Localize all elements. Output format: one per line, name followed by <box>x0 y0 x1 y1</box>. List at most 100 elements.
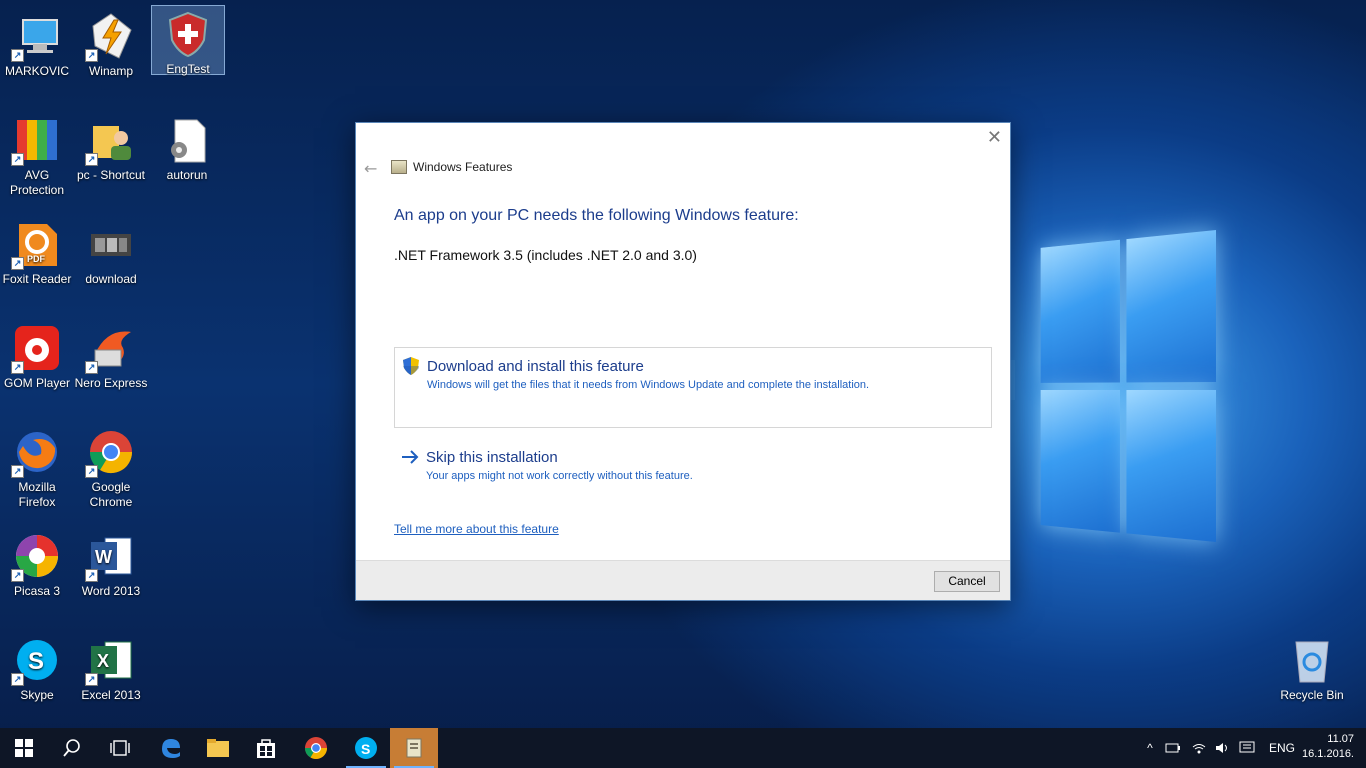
chrome-icon <box>305 737 327 759</box>
settings-file-icon <box>163 116 211 164</box>
desktop-icon-picasa[interactable]: ↗ Picasa 3 <box>0 524 74 612</box>
feature-name: .NET Framework 3.5 (includes .NET 2.0 an… <box>394 247 697 263</box>
desktop-icon-chrome[interactable]: ↗ Google Chrome <box>74 420 148 509</box>
desktop-icon-label: Google Chrome <box>89 480 133 509</box>
folder-user-icon: ↗ <box>85 116 135 166</box>
desktop-icon-engtest[interactable]: EngTest <box>151 5 225 76</box>
back-arrow-icon[interactable]: ← <box>364 159 377 178</box>
option-description: Windows will get the files that it needs… <box>427 379 870 391</box>
download-install-option[interactable]: Download and install this feature Window… <box>394 347 992 428</box>
action-center-icon <box>1239 741 1255 753</box>
start-button[interactable] <box>0 728 48 768</box>
option-title: Download and install this feature <box>427 358 644 375</box>
arrow-right-icon <box>400 447 420 467</box>
edge-icon <box>162 739 180 758</box>
desktop-icon-autorun[interactable]: autorun <box>150 108 224 196</box>
avg-icon: ↗ <box>11 116 61 166</box>
skype-icon: S ↗ <box>11 636 61 686</box>
recycle-bin-icon <box>1288 636 1336 684</box>
desktop-icon-markovic[interactable]: ↗ MARKOVIC <box>0 4 74 92</box>
system-tray: ^ ENG <box>1141 728 1295 768</box>
desktop-icon-label: Winamp <box>88 64 133 78</box>
search-icon <box>63 739 80 757</box>
svg-text:S: S <box>28 648 44 675</box>
chevron-up-icon[interactable]: ^ <box>1141 741 1159 755</box>
windows-logo-wallpaper <box>1040 230 1216 550</box>
shield-icon <box>164 10 212 58</box>
desktop-icon-winamp[interactable]: ↗ Winamp <box>74 4 148 92</box>
svg-text:X: X <box>97 651 109 671</box>
clock-time: 11.07 <box>1327 733 1354 745</box>
desktop-icon-nero[interactable]: ↗ Nero Express <box>74 316 148 404</box>
desktop-icon-label: MARKOVIC <box>4 64 69 78</box>
taskbar-skype[interactable]: S <box>342 728 390 768</box>
desktop-icon-word[interactable]: W ↗ Word 2013 <box>74 524 148 612</box>
video-file-icon <box>87 220 135 268</box>
desktop-icon-label: autorun <box>166 168 208 182</box>
task-view-icon <box>110 740 130 756</box>
desktop-icon-label: pc - Shortcut <box>76 168 146 182</box>
desktop-icon-firefox[interactable]: ↗ Mozilla Firefox <box>0 420 74 509</box>
close-icon[interactable]: ✕ <box>987 127 1002 148</box>
search-button[interactable] <box>48 728 96 768</box>
skype-icon: S <box>355 737 377 759</box>
windows-features-icon <box>406 738 422 758</box>
desktop-icon-label: Excel 2013 <box>81 688 141 702</box>
wifi-icon <box>1192 744 1206 754</box>
excel-icon: X ↗ <box>85 636 135 686</box>
taskbar-file-explorer[interactable] <box>194 728 242 768</box>
winamp-icon: ↗ <box>85 12 135 62</box>
gom-icon: ↗ <box>11 324 61 374</box>
desktop-icon-label: Recycle Bin <box>1280 688 1344 702</box>
uac-shield-icon <box>401 356 421 376</box>
desktop-icon-avg[interactable]: ↗ AVG Protection <box>0 108 74 197</box>
input-language[interactable]: ENG <box>1269 741 1295 755</box>
dialog-footer: Cancel <box>356 560 1010 600</box>
windows-features-icon <box>391 160 407 174</box>
desktop-icon-excel[interactable]: X ↗ Excel 2013 <box>74 628 148 716</box>
desktop-icon-gom[interactable]: ↗ GOM Player <box>0 316 74 404</box>
nero-icon: ↗ <box>85 324 135 374</box>
desktop-icon-skype[interactable]: S ↗ Skype <box>0 628 74 716</box>
dialog-title: Windows Features <box>413 160 513 174</box>
store-icon <box>257 739 275 758</box>
desktop-icon-label: AVG Protection <box>9 168 65 197</box>
taskbar-chrome[interactable] <box>292 728 340 768</box>
desktop-icon-label: Nero Express <box>74 376 148 390</box>
picasa-icon: ↗ <box>11 532 61 582</box>
desktop-icon-label: Skype <box>20 688 54 702</box>
desktop-icon-label: Picasa 3 <box>13 584 61 598</box>
option-title: Skip this installation <box>426 449 558 466</box>
firefox-icon: ↗ <box>11 428 61 478</box>
desktop-icon-label: download <box>85 272 137 286</box>
foxit-icon: PDF ↗ <box>11 220 61 270</box>
svg-text:S: S <box>361 741 370 757</box>
tell-me-more-link[interactable]: Tell me more about this feature <box>394 522 559 536</box>
chrome-icon: ↗ <box>85 428 135 478</box>
desktop-icon-recycle-bin[interactable]: Recycle Bin <box>1274 628 1350 716</box>
volume-icon <box>1216 743 1227 753</box>
desktop-icon-pc-shortcut[interactable]: ↗ pc - Shortcut <box>74 108 148 196</box>
desktop-icon-foxit[interactable]: PDF ↗ Foxit Reader <box>0 212 74 300</box>
taskbar-windows-features[interactable] <box>390 728 438 768</box>
svg-text:W: W <box>95 547 112 567</box>
power-icon <box>1165 743 1180 753</box>
word-icon: W ↗ <box>85 532 135 582</box>
cancel-button[interactable]: Cancel <box>934 571 1000 592</box>
task-view-button[interactable] <box>96 728 144 768</box>
taskbar-store[interactable] <box>242 728 290 768</box>
desktop-icon-label: Mozilla Firefox <box>18 480 56 509</box>
desktop-icon-download[interactable]: download <box>74 212 148 300</box>
option-description: Your apps might not work correctly witho… <box>426 470 693 482</box>
skip-installation-option[interactable]: Skip this installation Your apps might n… <box>394 439 992 489</box>
computer-icon: ↗ <box>11 12 61 62</box>
taskbar-edge[interactable] <box>146 728 194 768</box>
desktop-icon-label: Foxit Reader <box>2 272 72 286</box>
svg-text:PDF: PDF <box>27 254 46 264</box>
desktop-icon-label: GOM Player <box>3 376 70 390</box>
clock[interactable]: 11.07 16.1.2016. <box>1302 732 1354 762</box>
start-icon <box>15 739 33 757</box>
desktop-icon-label: Word 2013 <box>81 584 141 598</box>
file-explorer-icon <box>207 739 229 757</box>
desktop-icon-label: EngTest <box>166 62 210 76</box>
